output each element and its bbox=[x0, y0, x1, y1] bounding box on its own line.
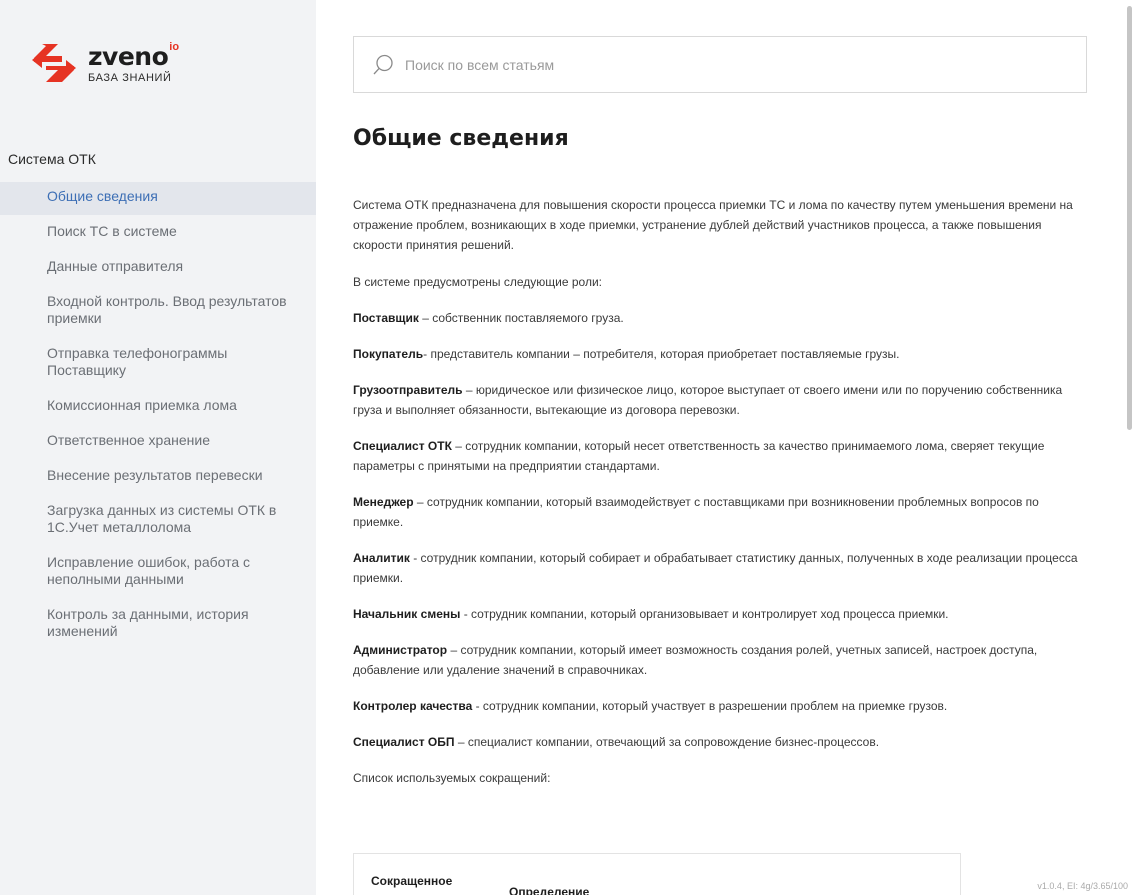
brand-name-row: zvenoio bbox=[88, 41, 179, 71]
role-term: Покупатель bbox=[353, 347, 424, 361]
role-item: Грузоотправитель – юридическое или физич… bbox=[353, 380, 1088, 420]
logo-text: zvenoio БАЗА ЗНАНИЙ bbox=[88, 41, 179, 84]
brand-sup: io bbox=[169, 40, 180, 53]
role-item: Аналитик - сотрудник компании, который с… bbox=[353, 548, 1088, 588]
role-term: Менеджер bbox=[353, 495, 414, 509]
role-desc: - сотрудник компании, который собирает и… bbox=[353, 551, 1078, 585]
sidebar-item-input-control[interactable]: Входной контроль. Ввод результатов прием… bbox=[0, 285, 316, 337]
role-item: Начальник смены - сотрудник компании, ко… bbox=[353, 604, 1088, 624]
scrollbar-thumb[interactable] bbox=[1127, 6, 1132, 430]
role-term: Начальник смены bbox=[353, 607, 461, 621]
sidebar-item-commission-acceptance[interactable]: Комиссионная приемка лома bbox=[0, 389, 316, 424]
search-icon[interactable] bbox=[373, 54, 395, 76]
role-desc: - представитель компании – потребителя, … bbox=[423, 347, 900, 361]
role-desc: - сотрудник компании, который участвует … bbox=[472, 699, 948, 713]
roles-intro: В системе предусмотрены следующие роли: bbox=[353, 275, 602, 289]
role-term: Администратор bbox=[353, 643, 448, 657]
role-item: Специалист ОБП – специалист компании, от… bbox=[353, 732, 1088, 752]
role-term: Специалист ОТК bbox=[353, 439, 452, 453]
role-term: Грузоотправитель bbox=[353, 383, 463, 397]
sidebar-item-general[interactable]: Общие сведения bbox=[0, 182, 316, 215]
logo[interactable]: zvenoio БАЗА ЗНАНИЙ bbox=[28, 41, 179, 86]
role-desc: – собственник поставляемого груза. bbox=[418, 311, 624, 325]
sidebar-item-custody[interactable]: Ответственное хранение bbox=[0, 424, 316, 459]
main-content: Общие сведения Система ОТК предназначена… bbox=[316, 0, 1116, 895]
sidebar-nav: Общие сведения Поиск ТС в системе Данные… bbox=[0, 182, 316, 650]
role-desc: – специалист компании, отвечающий за соп… bbox=[454, 735, 880, 749]
sidebar-item-sender-data[interactable]: Данные отправителя bbox=[0, 250, 316, 285]
role-item: Специалист ОТК – сотрудник компании, кот… bbox=[353, 436, 1088, 476]
sidebar-item-error-fixing[interactable]: Исправление ошибок, работа с неполными д… bbox=[0, 546, 316, 598]
role-item: Контролер качества - сотрудник компании,… bbox=[353, 696, 1088, 716]
role-item: Администратор – сотрудник компании, кото… bbox=[353, 640, 1088, 680]
role-item: Поставщик – собственник поставляемого гр… bbox=[353, 308, 1088, 328]
article-body: Система ОТК предназначена для повышения … bbox=[353, 195, 1088, 804]
search-input[interactable] bbox=[405, 56, 1045, 73]
sidebar-item-vehicle-search[interactable]: Поиск ТС в системе bbox=[0, 215, 316, 250]
role-desc: – сотрудник компании, который имеет возм… bbox=[353, 643, 1038, 677]
role-term: Специалист ОБП bbox=[353, 735, 455, 749]
role-desc: - сотрудник компании, который организовы… bbox=[460, 607, 949, 621]
role-item: Покупатель- представитель компании – пот… bbox=[353, 344, 1088, 364]
role-term: Контролер качества bbox=[353, 699, 473, 713]
role-desc: – сотрудник компании, который взаимодейс… bbox=[353, 495, 1039, 529]
role-desc: – сотрудник компании, который несет отве… bbox=[353, 439, 1045, 473]
sidebar-item-reweighing[interactable]: Внесение результатов перевески bbox=[0, 459, 316, 494]
sidebar-item-phonogram[interactable]: Отправка телефонограммы Поставщику bbox=[0, 337, 316, 389]
table-header-short: Сокращенное bbox=[371, 874, 453, 888]
abbrev-intro: Список используемых сокращений: bbox=[353, 771, 551, 785]
page-title: Общие сведения bbox=[353, 126, 569, 151]
brand-subtitle: БАЗА ЗНАНИЙ bbox=[88, 71, 172, 84]
abbrev-table: Сокращенное Определение bbox=[353, 853, 961, 895]
table-header-definition: Определение bbox=[509, 885, 590, 895]
role-term: Поставщик bbox=[353, 311, 419, 325]
role-item: Менеджер – сотрудник компании, который в… bbox=[353, 492, 1088, 532]
version-label: v1.0.4, EI: 4g/3.65/100 bbox=[1037, 881, 1128, 891]
zveno-logo-icon bbox=[32, 44, 76, 82]
nav-section-title[interactable]: Система ОТК bbox=[8, 151, 96, 167]
brand-name: zveno bbox=[88, 41, 169, 71]
role-term: Аналитик bbox=[353, 551, 410, 565]
sidebar-item-1c-upload[interactable]: Загрузка данных из системы ОТК в 1С.Учет… bbox=[0, 494, 316, 546]
article-intro: Система ОТК предназначена для повышения … bbox=[353, 198, 1073, 252]
sidebar-item-history[interactable]: Контроль за данными, история изменений bbox=[0, 598, 316, 650]
sidebar: zvenoio БАЗА ЗНАНИЙ Система ОТК Общие св… bbox=[0, 0, 316, 895]
search-box[interactable] bbox=[353, 36, 1087, 93]
